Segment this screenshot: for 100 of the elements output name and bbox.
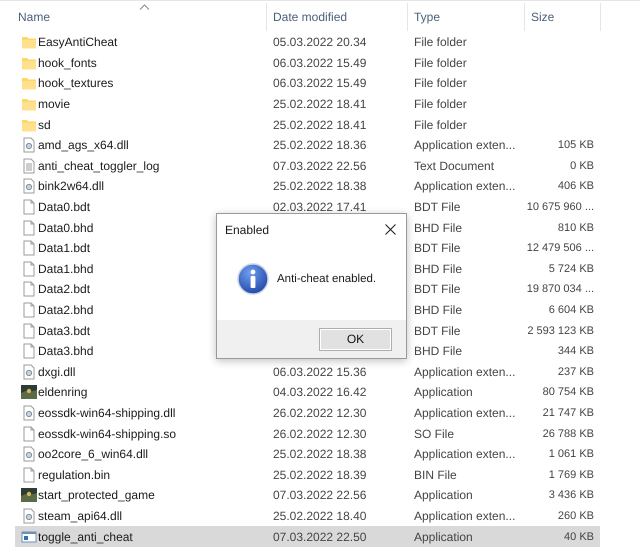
type-cell-text: File folder <box>414 56 468 70</box>
date-cell-text: 26.02.2022 12.30 <box>273 426 368 441</box>
file-name[interactable]: eossdk-win64-shipping.dll <box>38 406 273 420</box>
date-cell-text: 06.03.2022 15.49 <box>273 56 368 70</box>
file-name[interactable]: bink2w64.dll <box>38 179 273 194</box>
window-icon <box>20 528 36 545</box>
type-cell-text: BHD File <box>414 262 464 276</box>
type-cell-text: File folder <box>414 76 468 90</box>
file-name[interactable]: oo2core_6_win64.dll <box>38 447 273 462</box>
file-name[interactable]: Data0.bdt <box>38 200 273 214</box>
file-icon <box>20 302 36 318</box>
file-icon <box>20 240 36 256</box>
file-name[interactable]: hook_textures <box>38 76 273 90</box>
file-icon <box>20 426 36 442</box>
file-name[interactable]: EasyAntiCheat <box>38 35 273 50</box>
type-cell-text: Application <box>414 530 474 544</box>
date-cell-text: 25.02.2022 18.38 <box>273 179 368 194</box>
date-cell-text: 06.03.2022 15.36 <box>273 364 368 379</box>
size-cell-text: 6 604 KB <box>548 304 594 316</box>
date-cell-text: 25.02.2022 18.36 <box>273 138 368 152</box>
date-cell-text: 26.02.2022 12.30 <box>273 406 368 420</box>
size-cell-text: 21 747 KB <box>542 406 594 419</box>
size-cell-text: 1 061 KB <box>548 448 594 460</box>
file-icon <box>20 260 36 277</box>
file-name[interactable]: amd_ags_x64.dll <box>38 138 273 152</box>
size-cell-text: 344 KB <box>556 345 594 358</box>
size-cell-text: 5 724 KB <box>548 262 594 275</box>
size-cell-text: 237 KB <box>556 366 594 378</box>
size-cell-text: 105 KB <box>556 139 594 152</box>
size-cell-text: 2 593 123 KB <box>526 324 594 337</box>
date-cell-text: 25.02.2022 18.40 <box>273 508 368 523</box>
info-icon <box>237 263 269 295</box>
size-cell-text: 10 675 960 ... <box>526 201 594 214</box>
size-cell-text: 12 479 506 ... <box>526 242 594 254</box>
folder-icon <box>20 75 36 92</box>
date-cell-text: 07.03.2022 22.56 <box>273 488 368 502</box>
file-name[interactable]: movie <box>38 97 273 112</box>
file-name[interactable]: start_protected_game <box>38 488 273 502</box>
size-cell-text: 80 754 KB <box>542 386 594 398</box>
type-cell-text: BIN File <box>414 468 458 482</box>
size-cell-text: 40 KB <box>563 530 594 543</box>
size-cell-text: 26 788 KB <box>542 428 594 440</box>
size-cell-text: 260 KB <box>556 510 594 522</box>
size-cell-text: 0 KB <box>569 160 594 172</box>
type-cell-text: Text Document <box>414 158 496 173</box>
type-cell-text: File folder <box>414 97 468 112</box>
file-name[interactable]: dxgi.dll <box>38 364 273 379</box>
date-cell-text: 04.03.2022 16.42 <box>273 385 368 400</box>
sort-caret-icon <box>139 4 150 10</box>
size-cell-text: 810 KB <box>556 222 594 234</box>
ok-button[interactable]: OK <box>319 328 392 350</box>
dialog-title: Enabled <box>225 222 270 236</box>
folder-icon <box>20 96 36 112</box>
file-name[interactable]: eossdk-win64-shipping.so <box>38 426 273 441</box>
date-cell-text: 02.03.2022 17.41 <box>273 200 368 214</box>
dialog-message: Anti-cheat enabled. <box>277 273 376 285</box>
type-cell-text: BDT File <box>414 241 462 256</box>
type-cell-text: Application exten... <box>414 138 516 152</box>
type-cell-text: BDT File <box>414 324 462 338</box>
close-icon[interactable] <box>385 224 396 235</box>
column-header[interactable]: Type <box>408 2 525 30</box>
type-cell-text: Application <box>414 385 474 400</box>
type-cell-text: BHD File <box>414 220 464 235</box>
date-cell-text: 07.03.2022 22.50 <box>273 530 368 544</box>
type-cell-text: BDT File <box>414 282 462 296</box>
date-cell-text: 06.03.2022 15.49 <box>273 76 368 90</box>
date-cell-text: 25.02.2022 18.38 <box>273 447 368 462</box>
column-header[interactable]: Date modified <box>267 2 408 30</box>
file-name[interactable]: steam_api64.dll <box>38 508 273 523</box>
file-icon <box>20 281 36 298</box>
date-cell-text: 07.03.2022 22.56 <box>273 158 368 173</box>
file-name[interactable]: regulation.bin <box>38 468 273 482</box>
type-cell-text: Application exten... <box>414 179 516 194</box>
app-icon <box>20 487 36 504</box>
file-name[interactable]: toggle_anti_cheat <box>38 530 273 544</box>
type-cell-text: Application <box>414 488 474 502</box>
folder-icon <box>20 34 36 50</box>
date-cell-text: 05.03.2022 20.34 <box>273 35 368 50</box>
file-icon <box>20 343 36 360</box>
file-name[interactable]: anti_cheat_toggler_log <box>38 158 273 173</box>
file-icon <box>20 199 36 216</box>
file-name[interactable]: eldenring <box>38 385 273 400</box>
size-cell-text: 3 436 KB <box>548 489 594 502</box>
file-icon <box>20 466 36 483</box>
date-cell-text: 25.02.2022 18.41 <box>273 97 368 112</box>
file-icon <box>20 322 36 339</box>
type-cell-text: File folder <box>414 118 468 132</box>
file-name[interactable]: hook_fonts <box>38 56 273 70</box>
selected-row[interactable]: toggle_anti_cheat 07.03.2022 22.50 Application 40 KB <box>15 526 600 547</box>
date-cell-text: 25.02.2022 18.41 <box>273 118 368 132</box>
type-cell-text: Application exten... <box>414 364 516 379</box>
date-cell-text: 25.02.2022 18.39 <box>273 468 368 482</box>
size-cell-text: 19 870 034 ... <box>526 283 594 296</box>
type-cell-text: BHD File <box>414 303 464 318</box>
column-header[interactable]: Size <box>525 2 601 30</box>
app-icon <box>20 384 36 400</box>
type-cell-text: BHD File <box>414 344 464 358</box>
file-name[interactable]: sd <box>38 118 273 132</box>
column-header[interactable]: Name <box>12 2 267 30</box>
file-icon <box>20 220 36 236</box>
